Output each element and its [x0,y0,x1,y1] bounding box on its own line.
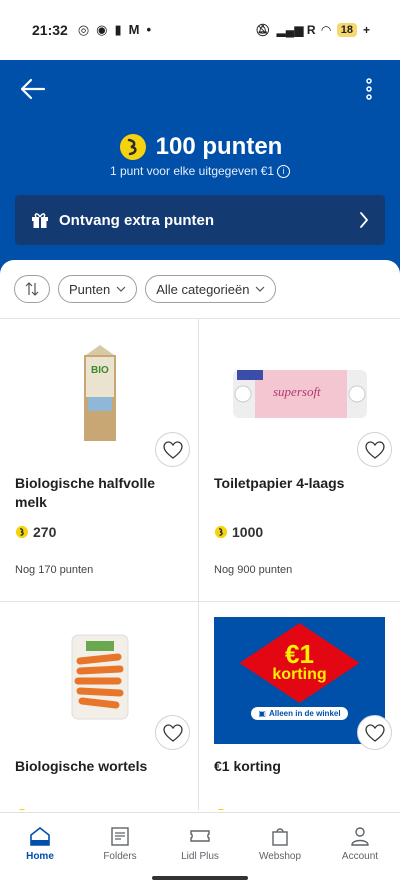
charging-icon: + [362,23,370,37]
product-card[interactable]: €1 korting ▣ Alleen in de winkel €1 kort… [199,602,400,810]
phone-icon: ◉ [96,22,108,37]
lidl-coin-icon [119,134,146,160]
favorite-button[interactable] [357,432,392,467]
chevron-down-icon [116,286,126,292]
product-price: 250 [214,807,255,810]
lidl-coin-icon [15,808,29,810]
svg-text:supersoft: supersoft [273,384,321,399]
promo-big-text: €1 [285,639,314,669]
price-value: 250 [232,807,255,810]
product-name: Toiletpapier 4-laags [214,475,345,491]
favorite-button[interactable] [155,432,190,467]
tab-label: Webshop [258,851,302,862]
folder-icon [111,827,129,846]
points-title: 100 punten [155,133,283,160]
battery-icon: 18 [336,23,357,37]
shopping-bag-icon [272,828,288,846]
heart-icon [162,723,183,742]
product-card[interactable]: BIO Biologische halfvolle melk 270 Nog 1… [0,319,199,602]
tab-label: Lidl Plus [181,851,219,862]
price-value: 250 [33,807,56,810]
points-filter-chip[interactable]: Punten [58,275,138,303]
product-grid: BIO Biologische halfvolle melk 270 Nog 1… [0,318,400,810]
product-name: €1 korting [214,758,281,774]
points-balance: 100 punten [0,132,400,162]
sort-icon [25,282,39,296]
promo-diamond: €1 korting [239,623,360,703]
heart-icon [364,440,385,459]
whatsapp-icon: ◎ [77,22,90,37]
tab-label: Folders [103,851,137,862]
lidl-coin-icon [214,808,228,810]
extra-points-label: Ontvang extra punten [59,211,215,229]
heart-icon [162,440,183,459]
chevron-right-icon [360,212,369,228]
extra-points-button[interactable]: Ontvang extra punten [15,195,385,245]
product-price: 250 [15,807,56,810]
heart-icon [364,723,385,742]
tab-label: Home [26,851,54,862]
points-subtitle: 1 punt voor elke uitgegeven €1 i [0,164,400,179]
account-icon [351,827,369,846]
product-card[interactable]: supersoft Toiletpapier 4-laags 1000 Nog … [199,319,400,602]
ticket-icon [190,830,210,842]
home-icon [30,826,50,846]
points-filter-label: Punten [69,281,111,297]
lidl-coin-icon [214,525,228,539]
notification-icons: ◎ ◉ ▮ M • [78,22,151,38]
tab-webshop[interactable]: Webshop [240,813,320,890]
category-filter-label: Alle categorieën [156,281,250,297]
favorite-button[interactable] [155,715,190,750]
gift-icon [32,213,48,228]
back-arrow-icon[interactable] [20,78,46,100]
product-name: Biologische wortels [15,758,148,774]
tab-folders[interactable]: Folders [80,813,160,890]
favorite-button[interactable] [357,715,392,750]
lidl-coin-icon [15,525,29,539]
chevron-down-icon [256,286,265,292]
system-icons: 🔕︎ ▂▄▆ R ◠ 18 + [255,23,370,37]
store-icon: ▣ [258,709,266,718]
more-options-icon[interactable] [364,78,374,100]
category-filter-chip[interactable]: Alle categorieën [145,275,277,303]
sort-button[interactable] [14,275,50,303]
points-remaining: Nog 900 punten [214,564,293,576]
dot-icon: • [146,22,152,37]
svg-text:BIO: BIO [91,365,109,376]
gesture-bar [152,876,248,880]
filter-bar: Punten Alle categorieën [0,260,400,318]
subtitle-text: 1 punt voor elke uitgegeven €1 [109,164,275,178]
promo-korting: korting [272,666,327,683]
product-price: 270 [15,524,56,540]
battery-saver-icon: ▮ [114,22,122,37]
info-icon[interactable]: i [277,165,291,179]
product-price: 1000 [214,524,263,540]
product-name: Biologische halfvolle melk [15,475,156,510]
price-value: 1000 [232,524,264,540]
wifi-icon: ◠ [321,23,331,37]
mute-icon: 🔕︎ [255,23,271,37]
rewards-sheet: Punten Alle categorieën BIO Biologische … [0,260,400,810]
price-value: 270 [33,524,57,540]
product-card[interactable]: Biologische wortels 250 [0,602,199,810]
promo-badge: ▣ Alleen in de winkel [251,707,348,720]
status-bar: 21:32 ◎ ◉ ▮ M • 🔕︎ ▂▄▆ R ◠ 18 + [0,0,400,60]
points-remaining: Nog 170 punten [15,564,94,576]
signal-icon: ▂▄▆ R [276,23,316,37]
clock: 21:32 [32,22,68,38]
tab-account[interactable]: Account [320,813,400,890]
tab-label: Account [341,851,379,862]
promo-badge-label: Alleen in de winkel [268,709,341,718]
tab-home[interactable]: Home [0,813,80,890]
gmail-icon: M [128,22,140,37]
points-header: 100 punten 1 punt voor elke uitgegeven €… [0,60,400,275]
